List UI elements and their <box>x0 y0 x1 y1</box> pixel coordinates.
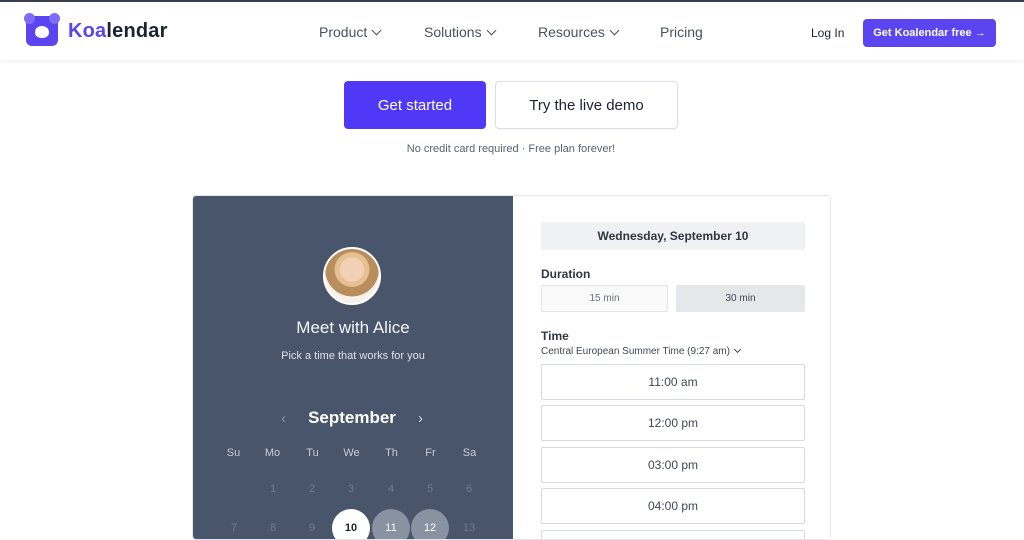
duration-15-button[interactable]: 15 min <box>541 285 668 312</box>
selected-date: Wednesday, September 10 <box>541 222 805 250</box>
calendar-day: 8 <box>269 522 277 534</box>
chevron-down-icon <box>609 25 620 35</box>
get-koalendar-free-button[interactable]: Get Koalendar free → <box>863 19 996 47</box>
calendar-panel: Meet with Alice Pick a time that works f… <box>193 196 513 539</box>
hero-note: No credit card required · Free plan fore… <box>406 143 616 155</box>
weekday-label: Tu <box>306 447 319 459</box>
calendar-day: 2 <box>308 483 316 495</box>
weekday-label: We <box>343 447 360 459</box>
time-label: Time <box>541 329 569 343</box>
calendar-day-selected[interactable]: 10 <box>332 509 370 539</box>
chevron-down-icon <box>371 25 382 35</box>
weekday-label: Su <box>226 447 241 459</box>
time-slot[interactable] <box>541 530 805 539</box>
nav-product[interactable]: Product <box>319 24 424 40</box>
avatar <box>323 247 381 305</box>
meeting-title: Meet with Alice <box>296 318 410 337</box>
time-slot[interactable]: 04:00 pm <box>541 488 805 524</box>
calendar-day-available[interactable]: 12 <box>411 509 449 539</box>
calendar-day: 4 <box>387 483 395 495</box>
timezone-select[interactable]: Central European Summer Time (9:27 am) <box>541 345 742 357</box>
prev-month-icon[interactable]: ‹ <box>281 410 286 427</box>
weekday-label: Mo <box>264 447 281 459</box>
nav-resources[interactable]: Resources <box>538 24 660 40</box>
calendar-day: 9 <box>308 522 316 534</box>
month-navigation: ‹ September › <box>193 408 511 428</box>
weekday-label: Sa <box>462 447 477 459</box>
brand-name: Koalendar <box>68 19 168 42</box>
calendar-day: 1 <box>269 483 277 495</box>
calendar-day: 13 <box>462 522 476 534</box>
chevron-down-icon <box>733 345 742 354</box>
login-link[interactable]: Log In <box>811 26 844 40</box>
top-navbar: Koalendar Product Solutions Resources Pr… <box>0 0 1024 60</box>
duration-30-button[interactable]: 30 min <box>676 285 805 312</box>
koala-logo-icon <box>24 13 60 46</box>
booking-widget: Meet with Alice Pick a time that works f… <box>192 195 831 540</box>
calendar-day: 3 <box>347 483 355 495</box>
chevron-down-icon <box>486 25 497 35</box>
weekday-label: Fr <box>425 447 436 459</box>
time-slot[interactable]: 11:00 am <box>541 364 805 400</box>
duration-label: Duration <box>541 267 591 281</box>
get-started-button[interactable]: Get started <box>344 81 486 129</box>
time-slot[interactable]: 03:00 pm <box>541 447 805 483</box>
weekday-label: Th <box>385 447 398 459</box>
calendar-day: 6 <box>465 483 473 495</box>
koalendar-logo[interactable]: Koalendar <box>24 13 168 46</box>
main-nav: Product Solutions Resources Pricing <box>319 24 703 40</box>
next-month-icon[interactable]: › <box>418 410 423 427</box>
calendar-day: 5 <box>426 483 434 495</box>
hero-buttons: Get started Try the live demo <box>344 81 678 129</box>
calendar-day: 7 <box>230 522 238 534</box>
nav-pricing[interactable]: Pricing <box>660 24 703 40</box>
time-panel: Wednesday, September 10 Duration 15 min … <box>513 196 830 539</box>
time-slot[interactable]: 12:00 pm <box>541 405 805 441</box>
nav-solutions[interactable]: Solutions <box>424 24 538 40</box>
month-label: September <box>308 408 396 427</box>
meeting-subtitle: Pick a time that works for you <box>281 350 425 362</box>
live-demo-button[interactable]: Try the live demo <box>495 81 678 129</box>
calendar-day-available[interactable]: 11 <box>372 509 410 539</box>
